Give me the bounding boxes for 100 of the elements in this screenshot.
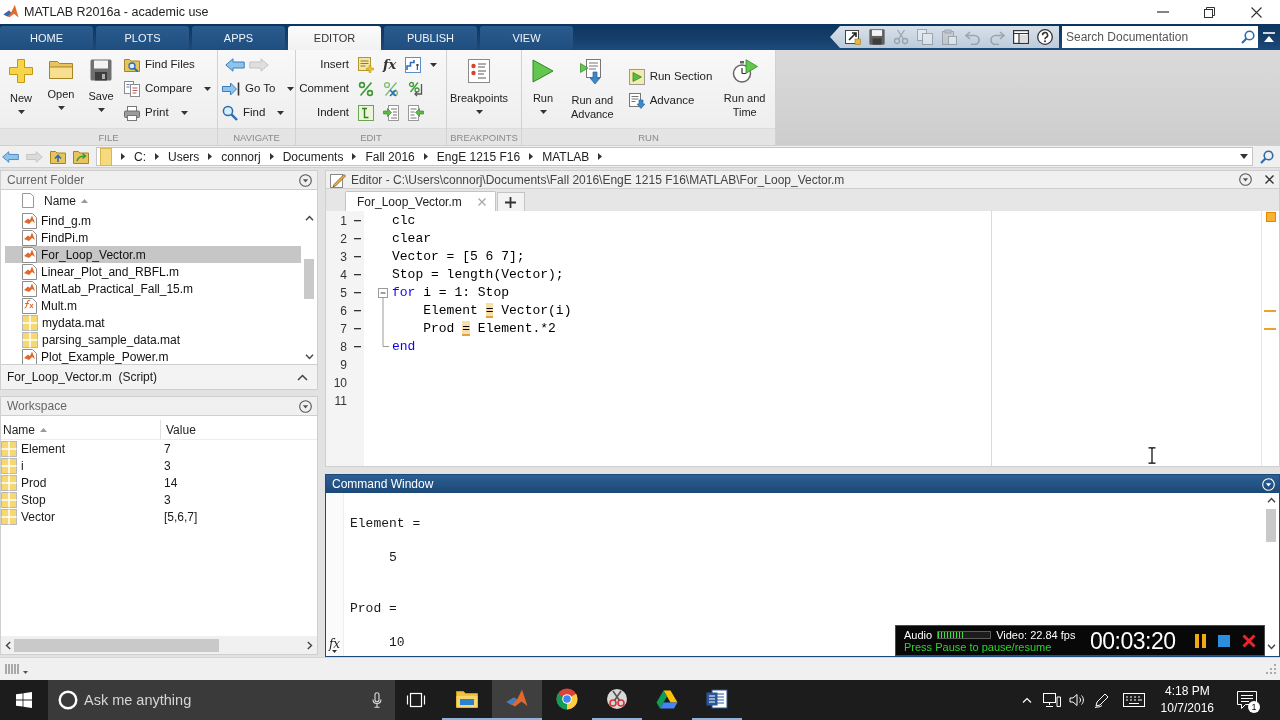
dropdown-arrow-icon[interactable] xyxy=(1240,154,1248,159)
breadcrumb-arrow-icon[interactable] xyxy=(598,153,603,160)
indent-right-icon[interactable] xyxy=(383,105,399,121)
folder-up-icon[interactable] xyxy=(50,149,66,164)
scroll-left-icon[interactable] xyxy=(5,640,11,650)
new-tab-button[interactable] xyxy=(496,192,525,211)
file-item[interactable]: mydata.mat xyxy=(5,314,301,331)
ribbon-button[interactable]: Go To xyxy=(219,77,298,101)
breadcrumb-arrow-icon[interactable] xyxy=(269,153,274,160)
ribbon-button[interactable]: Open xyxy=(41,50,81,128)
scrollbar-thumb[interactable] xyxy=(1266,509,1276,542)
ribbon-button[interactable]: Run and Advance xyxy=(563,50,622,128)
file-item[interactable]: FindPi.m xyxy=(5,229,301,246)
ribbon-tab[interactable]: HOME xyxy=(0,26,93,50)
breadcrumb-arrow-icon[interactable] xyxy=(208,153,213,160)
speaker-icon[interactable] xyxy=(1069,693,1086,707)
search-field[interactable]: Search Documentation xyxy=(1062,26,1238,48)
file-item[interactable]: parsing_sample_data.mat xyxy=(5,331,301,348)
left-arrow-icon[interactable] xyxy=(225,58,245,72)
chevron-up-icon[interactable] xyxy=(1022,697,1033,703)
breadcrumb-arrow-icon[interactable] xyxy=(121,153,125,160)
file-item[interactable]: MatLab_Practical_Fall_15.m xyxy=(5,280,301,297)
ribbon-button[interactable]: Run Section xyxy=(625,65,716,89)
file-item[interactable]: For_Loop_Vector.m xyxy=(5,246,301,263)
file-tab[interactable]: For_Loop_Vector.m xyxy=(345,191,496,211)
ribbon-button[interactable]: Run and Time xyxy=(715,50,774,128)
scroll-down-icon[interactable] xyxy=(304,354,314,360)
file-item[interactable]: Mult.m xyxy=(5,297,301,314)
taskbar-search-field[interactable]: Ask me anything xyxy=(82,680,359,720)
scroll-down-icon[interactable] xyxy=(1266,644,1276,650)
task-view-icon[interactable] xyxy=(406,692,426,708)
step-chart-icon[interactable] xyxy=(405,57,422,73)
minimize-icon[interactable] xyxy=(1156,11,1169,13)
path-segment[interactable]: EngE 1215 F16 xyxy=(436,147,521,166)
scrollbar-thumb[interactable] xyxy=(304,259,314,299)
pause-icon[interactable] xyxy=(1195,633,1206,648)
left-arrow-icon[interactable] xyxy=(2,150,19,163)
help-icon[interactable] xyxy=(1037,29,1053,45)
ribbon-button[interactable]: Print xyxy=(121,101,215,125)
close-icon[interactable] xyxy=(1265,175,1274,184)
stop-icon[interactable] xyxy=(1218,634,1230,647)
percent-wrap-icon[interactable] xyxy=(408,81,424,97)
function-browser-button[interactable]: fx xyxy=(328,638,341,653)
path-segment[interactable]: MATLAB xyxy=(542,147,590,166)
resize-grip-icon[interactable] xyxy=(1266,664,1276,674)
fold-marker-icon[interactable] xyxy=(378,288,389,347)
collapse-icon[interactable] xyxy=(297,373,308,381)
indent-left-icon[interactable] xyxy=(408,105,424,121)
restore-icon[interactable] xyxy=(1204,6,1215,18)
ribbon-tab[interactable]: EDITOR xyxy=(288,26,381,50)
windows-logo-icon[interactable] xyxy=(16,692,32,708)
folder-arrow-icon[interactable] xyxy=(73,149,89,164)
scrollbar-thumb[interactable] xyxy=(14,638,219,652)
search-icon[interactable] xyxy=(1238,26,1258,48)
scroll-right-icon[interactable] xyxy=(307,640,313,650)
clock-time[interactable]: 4:18 PM xyxy=(1164,683,1210,700)
clock-date[interactable]: 10/7/2016 xyxy=(1160,700,1214,717)
network-icon[interactable] xyxy=(1043,693,1062,707)
collapse-ribbon-icon[interactable] xyxy=(1263,32,1275,42)
path-segment[interactable]: Users xyxy=(168,147,200,166)
function-glyph[interactable]: fx xyxy=(383,57,397,73)
breadcrumb-arrow-icon[interactable] xyxy=(423,153,428,160)
ribbon-button[interactable]: Advance xyxy=(625,89,716,113)
ribbon-button[interactable]: Find xyxy=(219,101,298,125)
address-field[interactable]: C: Users connorj Documents Fall 2016 EngE 1215 F16 MATLAB xyxy=(96,147,1253,166)
path-segment[interactable]: Documents xyxy=(282,147,344,166)
scroll-up-icon[interactable] xyxy=(304,215,314,221)
note-plus-icon[interactable] xyxy=(358,57,374,73)
caret-icon[interactable] xyxy=(430,63,438,67)
ribbon-tab[interactable]: PUBLISH xyxy=(384,26,477,50)
panel-menu-icon[interactable] xyxy=(299,173,312,187)
panel-menu-icon[interactable] xyxy=(1239,173,1252,186)
ribbon-button[interactable]: Save xyxy=(81,50,121,128)
breadcrumb-arrow-icon[interactable] xyxy=(352,153,357,160)
window-layout-icon[interactable] xyxy=(1013,29,1029,45)
close-icon[interactable] xyxy=(1251,6,1262,18)
ribbon-button[interactable]: Run xyxy=(523,50,563,128)
shortcut-icon[interactable] xyxy=(845,29,861,45)
ribbon-button[interactable]: Find Files xyxy=(121,53,215,77)
breadcrumb-arrow-icon[interactable] xyxy=(155,153,159,160)
column-header[interactable]: Name xyxy=(42,190,90,211)
keyboard-icon[interactable] xyxy=(1122,693,1145,707)
ribbon-tab[interactable]: APPS xyxy=(192,26,285,50)
file-item[interactable]: Plot_Example_Power.m xyxy=(5,348,301,364)
microphone-icon[interactable] xyxy=(359,680,395,720)
ribbon-button[interactable]: Breakpoints xyxy=(448,50,511,128)
notification-icon[interactable] xyxy=(1237,691,1257,709)
path-segment[interactable]: Fall 2016 xyxy=(365,147,415,166)
ribbon-button[interactable]: New xyxy=(1,50,41,128)
search-icon[interactable] xyxy=(1260,149,1274,164)
breadcrumb-arrow-icon[interactable] xyxy=(529,153,534,160)
indent-document-icon[interactable] xyxy=(358,105,374,121)
path-segment[interactable]: C: xyxy=(134,147,146,166)
percent-icon[interactable] xyxy=(358,81,374,97)
column-header[interactable]: Name xyxy=(1,419,49,440)
ribbon-tab[interactable]: VIEW xyxy=(480,26,573,50)
pen-icon[interactable] xyxy=(1094,692,1111,708)
file-item[interactable]: Linear_Plot_and_RBFL.m xyxy=(5,263,301,280)
column-header[interactable]: Value xyxy=(164,419,198,440)
scrollbar[interactable] xyxy=(1,636,317,654)
